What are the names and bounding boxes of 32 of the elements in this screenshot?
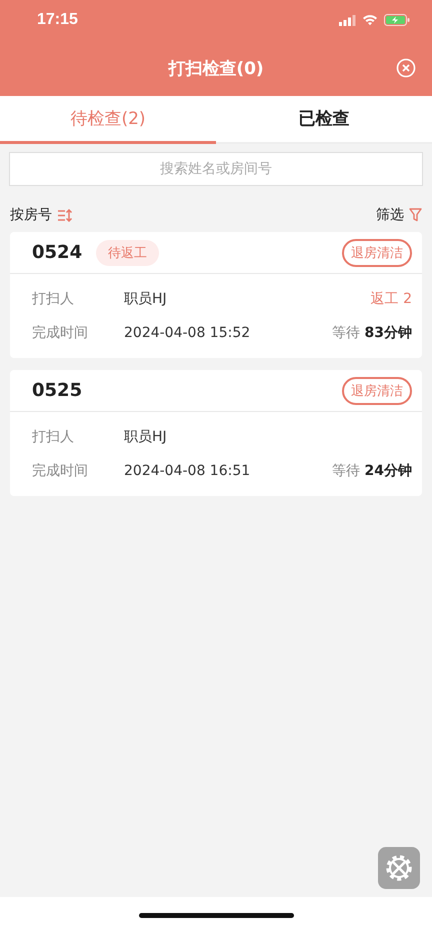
field-label: 打扫人 bbox=[32, 290, 75, 308]
room-card[interactable]: 0524 待返工 退房清洁 打扫人 职员HJ 返工 2 完成时间 2024-04-08 15:52 等待 83分钟 bbox=[10, 232, 422, 358]
cleaning-type-badge: 退房清洁 bbox=[342, 238, 412, 266]
tools-gear-icon[interactable] bbox=[378, 847, 420, 889]
sort-label[interactable]: 按房号 bbox=[10, 206, 52, 224]
field-label: 打扫人 bbox=[32, 428, 75, 446]
cleaner-name: 职员HJ bbox=[124, 428, 167, 446]
field-label: 完成时间 bbox=[32, 324, 89, 342]
cleaner-name: 职员HJ bbox=[124, 290, 167, 308]
close-icon[interactable] bbox=[396, 58, 416, 78]
battery-icon bbox=[384, 14, 410, 26]
status-tag: 待返工 bbox=[96, 240, 160, 266]
filter-label[interactable]: 筛选 bbox=[376, 206, 404, 224]
status-time: 17:15 bbox=[37, 11, 78, 29]
sort-icon[interactable] bbox=[57, 208, 73, 222]
completion-time: 2024-04-08 16:51 bbox=[124, 463, 250, 479]
page-title: 打扫检查(0) bbox=[168, 58, 264, 80]
field-label: 完成时间 bbox=[32, 462, 89, 480]
cleaning-type-badge: 退房清洁 bbox=[342, 376, 412, 404]
wait-time: 等待 83分钟 bbox=[332, 324, 412, 342]
room-number: 0524 bbox=[32, 242, 82, 263]
filter-icon[interactable] bbox=[409, 208, 422, 222]
wifi-icon bbox=[362, 14, 378, 26]
rework-count: 返工 2 bbox=[370, 290, 412, 308]
signal-icon bbox=[339, 14, 356, 26]
home-indicator[interactable] bbox=[138, 912, 294, 918]
room-number: 0525 bbox=[32, 380, 82, 401]
completion-time: 2024-04-08 15:52 bbox=[124, 325, 250, 341]
room-card[interactable]: 0525 退房清洁 打扫人 职员HJ 完成时间 2024-04-08 16:51 等待 24分钟 bbox=[10, 370, 422, 496]
wait-time: 等待 24分钟 bbox=[332, 462, 412, 480]
tab[interactable]: 已检查 bbox=[216, 96, 432, 144]
search-field[interactable]: 搜索姓名或房间号 bbox=[9, 152, 423, 186]
